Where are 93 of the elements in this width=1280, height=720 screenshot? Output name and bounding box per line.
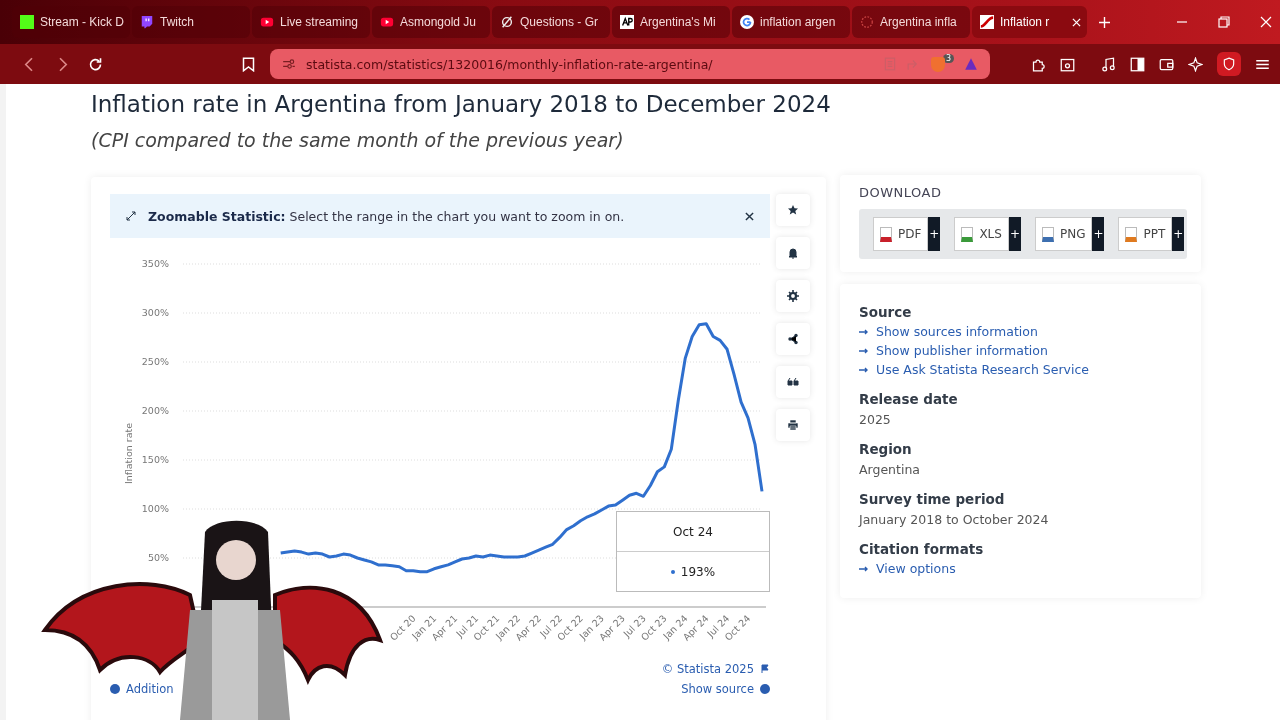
star-icon: [787, 204, 799, 216]
y-tick-label: 300%: [141, 307, 169, 319]
series-dot-icon: [670, 569, 675, 574]
loading-ring-icon: [860, 15, 874, 29]
music-note-icon[interactable]: [1101, 56, 1116, 72]
detail-link[interactable]: View options: [876, 561, 956, 576]
y-tick-label: 50%: [147, 552, 169, 564]
notification-button[interactable]: [776, 237, 810, 269]
file-icon: [880, 226, 892, 242]
browser-tab[interactable]: Asmongold Ju: [372, 6, 490, 38]
url-text: statista.com/statistics/1320016/monthly-inflation-rate-argentina/: [306, 56, 714, 72]
section-heading: Release date: [859, 391, 959, 407]
arrow-icon: [859, 366, 869, 373]
restore-icon[interactable]: [1218, 16, 1230, 28]
show-source-link[interactable]: Show source: [681, 682, 754, 696]
share-icon: [787, 333, 799, 345]
close-tab-icon[interactable]: [1072, 17, 1081, 27]
download-format-button[interactable]: PDF: [873, 217, 929, 251]
section-heading: Region: [859, 441, 913, 457]
more-options-button[interactable]: +: [928, 217, 941, 251]
section-heading: Source: [859, 304, 913, 320]
y-tick-label: 350%: [141, 258, 169, 270]
count-badge: 3: [942, 53, 954, 63]
detail-link[interactable]: Use Ask Statista Research Service: [876, 362, 1090, 377]
sidebar-icon[interactable]: [1130, 56, 1145, 72]
download-heading: DOWNLOAD: [859, 185, 943, 200]
copyright-text: © Statista 2025: [661, 662, 754, 676]
browser-tab[interactable]: Argentina's Mi: [612, 6, 730, 38]
y-axis-label: Inflation rate: [123, 422, 134, 485]
y-tick-label: 250%: [141, 356, 169, 368]
arrow-icon: [859, 565, 869, 572]
info-icon: [110, 684, 120, 694]
share-button[interactable]: [776, 323, 810, 355]
section-heading: Survey time period: [859, 491, 1006, 507]
g-logo-icon: [740, 15, 754, 29]
file-icon: [1125, 226, 1138, 242]
play-icon: [260, 15, 274, 29]
download-format-button[interactable]: PNG: [1034, 217, 1093, 251]
address-bar[interactable]: statista.com/statistics/1320016/monthly-inflation-rate-argentina/ 3: [270, 49, 990, 79]
file-icon: [961, 226, 974, 242]
printer-icon: [787, 419, 799, 431]
slashed-circle-icon: [500, 15, 514, 29]
section-value: January 2018 to October 2024: [859, 512, 1050, 527]
search-tab-icon[interactable]: [1060, 56, 1075, 72]
browser-tab[interactable]: Argentina infla: [852, 6, 970, 38]
download-format-button[interactable]: PPT: [1118, 217, 1173, 251]
y-tick-label: 150%: [141, 454, 169, 466]
section-value: Argentina: [859, 462, 921, 477]
tooltip-value: 193%: [680, 564, 716, 579]
tooltip-date: Oct 24: [617, 512, 769, 552]
section-heading: Citation formats: [859, 541, 985, 557]
browser-tab[interactable]: inflation argen: [732, 6, 850, 38]
settings-icon: [787, 290, 799, 302]
download-format-button[interactable]: XLS: [954, 217, 1009, 251]
chat-bubble-icon: [140, 15, 154, 29]
sparkle-icon[interactable]: [1188, 56, 1203, 72]
banner-text: Zoomable Statistic: Select the range in the chart you want to zoom in on.: [148, 208, 626, 224]
new-tab-icon[interactable]: [1099, 16, 1110, 28]
settings-button[interactable]: [776, 280, 810, 312]
y-tick-label: 200%: [141, 405, 169, 417]
reload-icon[interactable]: [88, 56, 103, 72]
file-icon: [1041, 226, 1054, 242]
print-button[interactable]: [776, 409, 810, 441]
arrow-icon: [859, 328, 869, 335]
wallet-icon[interactable]: [1159, 56, 1174, 72]
page-subtitle: (CPI compared to the same month of the previous year): [91, 129, 625, 151]
flag-icon[interactable]: [760, 664, 770, 674]
browser-tab[interactable]: Live streaming: [252, 6, 370, 38]
vpn-shield-icon[interactable]: [1217, 52, 1241, 76]
bookmark-icon[interactable]: [241, 56, 256, 72]
close-icon[interactable]: [745, 211, 754, 221]
detail-link[interactable]: Show sources information: [876, 324, 1038, 339]
y-tick-label: 100%: [141, 503, 169, 515]
browser-tab[interactable]: Questions - Gr: [492, 6, 610, 38]
additional-link[interactable]: Addition: [126, 682, 174, 696]
site-settings-icon[interactable]: [282, 57, 296, 71]
expand-arrows-icon: [126, 211, 136, 221]
browser-tab[interactable]: Inflation r: [972, 6, 1087, 38]
more-options-button[interactable]: +: [1092, 217, 1105, 251]
quote-icon: [787, 376, 799, 388]
favorite-button[interactable]: [776, 194, 810, 226]
wave-logo-icon: [980, 15, 994, 29]
info-icon: [760, 684, 770, 694]
section-value: 2025: [859, 412, 892, 427]
arrow-icon: [859, 347, 869, 354]
square-logo-icon: [620, 15, 634, 29]
citation-button[interactable]: [776, 366, 810, 398]
detail-link[interactable]: Show publisher information: [876, 343, 1048, 358]
bell-icon: [787, 247, 799, 259]
browser-tab[interactable]: Twitch: [132, 6, 250, 38]
play-icon: [380, 15, 394, 29]
more-options-button[interactable]: +: [1172, 217, 1185, 251]
page-title: Inflation rate in Argentina from January 2018 to December 2024: [91, 90, 832, 117]
